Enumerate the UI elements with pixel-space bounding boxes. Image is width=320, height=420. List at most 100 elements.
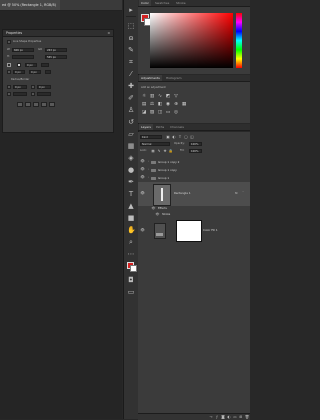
eyedropper-tool-icon[interactable]: ⁄ [127,70,135,78]
stroke-align-icon[interactable] [7,70,11,74]
exclude-shapes-icon[interactable] [41,102,47,107]
corner-icon-tr [31,85,35,89]
vibrance-icon[interactable]: ▽ [173,94,179,99]
hue-slider[interactable] [236,13,242,68]
x-position-field[interactable]: 263 px [45,48,67,52]
history-brush-icon[interactable]: ↺ [127,118,135,126]
properties-header[interactable]: Properties ≡ [3,30,113,37]
corner-field-2[interactable]: 0 px [37,85,51,89]
tab-adjustments[interactable]: Adjustments [139,75,162,81]
brightness-icon[interactable]: ☼ [141,94,147,99]
color-balance-icon[interactable]: ⚖ [149,102,155,107]
visibility-eye-icon[interactable]: 👁 [140,191,145,196]
visibility-eye-icon[interactable]: 👁 [140,159,145,164]
invert-icon[interactable]: ◪ [141,110,147,115]
posterize-icon[interactable]: ▨ [149,110,155,115]
stroke-type-dropdown[interactable] [41,63,49,67]
curves-icon[interactable]: ∿ [157,94,163,99]
stroke-swatch[interactable] [17,63,21,67]
effects-caret-icon[interactable]: ⌃ [242,191,244,194]
stroke-eye-icon[interactable]: 👁 [155,212,160,217]
corner-field-3[interactable] [13,92,27,96]
levels-icon[interactable]: ▥ [149,94,155,99]
expand-caret-icon[interactable]: › [148,176,149,179]
lasso-tool-icon[interactable]: ɷ [127,34,135,42]
width-field[interactable]: 606 px [12,48,34,52]
expand-caret-icon[interactable]: › [148,168,149,171]
marquee-tool-icon[interactable]: ⬚ [127,22,135,30]
hand-tool-icon[interactable]: ✋ [127,226,136,234]
tab-stroke[interactable]: Stroke [174,0,188,6]
document-tab[interactable]: ed @ 50% (Rectangle 1, RGB/8) [0,0,60,10]
visibility-eye-icon[interactable]: 👁 [140,228,145,233]
tab-swatches[interactable]: Swatches [153,0,171,6]
blur-tool-icon[interactable]: ◈ [127,154,135,162]
fill-swatch[interactable] [7,63,11,67]
filter-smart-object-icon[interactable]: ◫ [189,135,195,139]
tab-paths[interactable]: Paths [154,124,166,130]
channel-mixer-icon[interactable]: ⊕ [173,102,179,107]
blend-mode-dropdown[interactable]: Normal [140,142,170,146]
corner-field-1[interactable]: 0 px [13,85,27,89]
path-select-icon[interactable]: ▲ [127,202,135,210]
clone-stamp-icon[interactable]: ♙ [127,106,135,114]
move-tool-icon[interactable]: ▸ [127,6,135,14]
lock-all-icon[interactable]: 🔒 [168,149,174,153]
radius-field-2[interactable]: 0 px [29,70,41,74]
stroke-width-field[interactable]: 0 px [25,63,37,67]
screen-mode-icon[interactable]: ▭ [127,288,135,296]
height-field[interactable] [12,55,34,59]
properties-menu-icon[interactable]: ≡ [107,30,110,36]
layer-name: Group 1 copy 2 [158,160,180,164]
tab-channels[interactable]: Channels [168,124,186,130]
hue-saturation-icon[interactable]: ▤ [141,102,147,107]
link-radius-button[interactable] [45,70,51,74]
dodge-tool-icon[interactable]: ● [127,166,135,174]
tab-layers[interactable]: Layers [139,124,153,130]
brush-tool-icon[interactable]: ✐ [127,94,135,102]
exposure-icon[interactable]: ◩ [165,94,171,99]
gradient-map-icon[interactable]: ▭ [165,110,171,115]
effects-eye-icon[interactable]: 👁 [151,206,156,211]
fill-field[interactable]: 100% [189,149,202,153]
merge-components-icon[interactable] [49,102,55,107]
tab-color[interactable]: Color [139,0,151,6]
visibility-eye-icon[interactable]: 👁 [140,167,145,172]
filter-kind-label: Kind [142,136,148,139]
shape-tool-icon[interactable]: ■ [127,214,135,222]
intersect-shapes-icon[interactable] [33,102,39,107]
healing-brush-icon[interactable]: ✚ [127,82,135,90]
zoom-tool-icon[interactable]: ⌕ [127,238,135,246]
folder-icon [151,177,156,180]
layer-name: Rectangle 1 [174,191,191,195]
layers-panel-tabs: Layers Paths Channels [138,124,250,131]
combine-shapes-icon[interactable] [17,102,23,107]
color-lookup-icon[interactable]: ▦ [181,102,187,107]
corner-icon-bl [7,92,11,96]
color-picker-field[interactable] [150,13,233,68]
eraser-tool-icon[interactable]: ▱ [127,130,135,138]
photo-filter-icon[interactable]: ◉ [165,102,171,107]
type-tool-icon[interactable]: T [127,190,135,198]
quick-mask-icon[interactable]: ◘ [127,276,135,284]
y-position-field[interactable]: 565 px [45,55,67,59]
expand-caret-icon[interactable]: › [148,160,149,163]
tab-histogram[interactable]: Histogram [164,75,184,81]
gradient-tool-icon[interactable]: ▦ [127,142,135,150]
delete-layer-icon[interactable]: 🗑 [244,414,250,420]
selective-color-icon[interactable]: ◎ [173,110,179,115]
layer-filter-dropdown[interactable]: Kind [140,135,162,139]
subtract-shape-icon[interactable] [25,102,31,107]
background-color-icon[interactable] [130,265,137,272]
crop-tool-icon[interactable]: ⌗ [127,58,135,66]
black-white-icon[interactable]: ◧ [157,102,163,107]
corner-field-4[interactable] [37,92,51,96]
pen-tool-icon[interactable]: ✒ [127,178,135,186]
threshold-icon[interactable]: ◫ [157,110,163,115]
radius-field[interactable]: 0 px [13,70,25,74]
visibility-eye-icon[interactable]: 👁 [140,175,145,180]
opacity-field[interactable]: 100% [189,142,202,146]
fx-badge[interactable]: fx [235,191,238,195]
quick-select-tool-icon[interactable]: ✎ [127,46,135,54]
more-tools-icon[interactable]: ⋯ [127,250,135,258]
